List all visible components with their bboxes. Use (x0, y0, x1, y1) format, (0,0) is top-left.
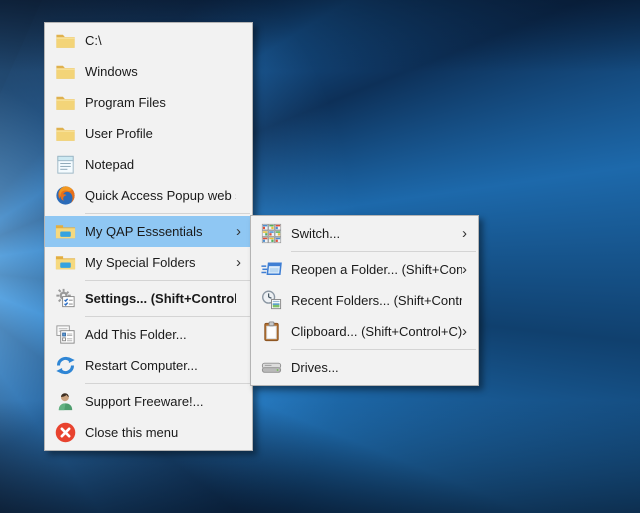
menu-item-label: Restart Computer... (85, 358, 198, 373)
menu-item-label: Clipboard... (Shift+Control+C) (291, 324, 462, 339)
menu-item-label: Support Freeware!... (85, 394, 204, 409)
clipboard-icon (251, 320, 291, 343)
menu-item-label: Settings... (Shift+Control+S) (85, 291, 236, 306)
add-folder-icon (45, 323, 85, 346)
switch-icon (251, 222, 291, 245)
close-icon (45, 421, 85, 444)
menu-separator (85, 383, 250, 384)
live-folder-icon (45, 251, 85, 274)
menu-separator (291, 349, 476, 350)
menu-item-label: My QAP Esssentials (85, 224, 203, 239)
menu-item-label: User Profile (85, 126, 153, 141)
menu-item-support-freeware[interactable]: Support Freeware!... (45, 386, 252, 417)
menu-item-label: Drives... (291, 360, 339, 375)
reopen-icon (251, 258, 291, 281)
qap-essentials-submenu: Switch...›Reopen a Folder... (Shift+Cont… (250, 215, 479, 386)
menu-item-program-files[interactable]: Program Files (45, 87, 252, 118)
drives-icon (251, 356, 291, 379)
menu-separator (85, 213, 250, 214)
menu-item-label: Add This Folder... (85, 327, 187, 342)
folder-icon (45, 29, 85, 52)
menu-item-label: Quick Access Popup web site (85, 188, 236, 203)
menu-item-recent-folders[interactable]: Recent Folders... (Shift+Control+R) (251, 285, 478, 316)
menu-separator (291, 251, 476, 252)
notepad-icon (45, 153, 85, 176)
desktop-wallpaper: C:\ Windows Program Files User Profile Notep… (0, 0, 640, 513)
restart-icon (45, 354, 85, 377)
menu-item-switch[interactable]: Switch... › (251, 218, 478, 249)
folder-icon (45, 91, 85, 114)
menu-item-user-profile[interactable]: User Profile (45, 118, 252, 149)
menu-separator (85, 316, 250, 317)
menu-item-reopen-a-folder[interactable]: Reopen a Folder... (Shift+Control+F)› (251, 254, 478, 285)
folder-icon (45, 60, 85, 83)
menu-item-windows[interactable]: Windows (45, 56, 252, 87)
menu-item-label: Switch... (291, 226, 341, 241)
menu-item-clipboard[interactable]: Clipboard... (Shift+Control+C) › (251, 316, 478, 347)
menu-item-add-this-folder[interactable]: Add This Folder... (45, 319, 252, 350)
menu-separator (85, 280, 250, 281)
menu-item-settings[interactable]: Settings... (Shift+Control+S) (45, 283, 252, 314)
submenu-arrow-icon: › (462, 323, 467, 340)
live-folder-icon (45, 220, 85, 243)
menu-item-my-special-folders[interactable]: My Special Folders › (45, 247, 252, 278)
menu-item-label: Recent Folders... (Shift+Control+R) (291, 293, 462, 308)
menu-item-my-qap-essentials[interactable]: My QAP Esssentials › (45, 216, 252, 247)
menu-item-restart-computer[interactable]: Restart Computer... (45, 350, 252, 381)
menu-item-c-drive[interactable]: C:\ (45, 25, 252, 56)
recent-icon (251, 289, 291, 312)
main-menu: C:\ Windows Program Files User Profile Notep… (44, 22, 253, 451)
firefox-icon (45, 184, 85, 207)
menu-item-drives[interactable]: Drives... (251, 352, 478, 383)
menu-item-close-this-menu[interactable]: Close this menu (45, 417, 252, 448)
menu-item-label: Notepad (85, 157, 135, 172)
menu-item-label: Program Files (85, 95, 166, 110)
menu-item-notepad[interactable]: Notepad (45, 149, 252, 180)
menu-item-label: Close this menu (85, 425, 179, 440)
submenu-arrow-icon: › (462, 225, 467, 242)
submenu-arrow-icon: › (462, 261, 467, 278)
menu-item-label: Windows (85, 64, 138, 79)
menu-item-label: C:\ (85, 33, 102, 48)
settings-icon (45, 287, 85, 310)
menu-item-label: Reopen a Folder... (Shift+Control+F) (291, 262, 462, 277)
menu-item-label: My Special Folders (85, 255, 196, 270)
support-icon (45, 390, 85, 413)
folder-icon (45, 122, 85, 145)
menu-item-qap-web-site[interactable]: Quick Access Popup web site (45, 180, 252, 211)
